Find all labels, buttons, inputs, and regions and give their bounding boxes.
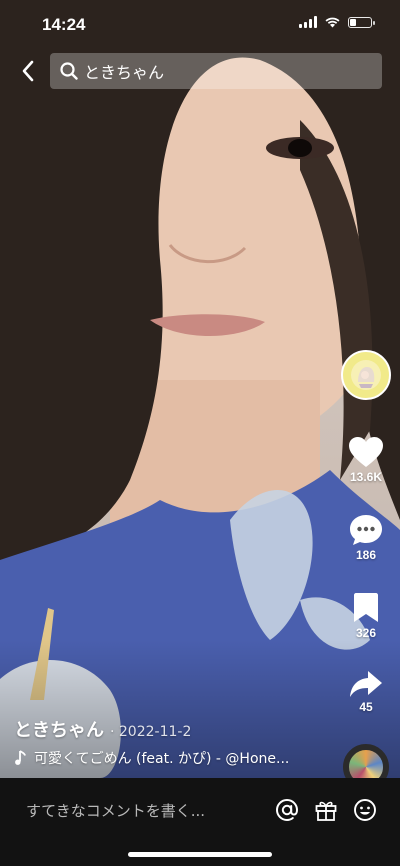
status-bar: 14:24 (0, 0, 400, 50)
search-icon (60, 62, 78, 80)
like-count: 13.6K (349, 470, 383, 484)
post-date: · 2022-11-2 (110, 724, 192, 740)
back-button[interactable] (14, 52, 42, 90)
wifi-icon (325, 17, 340, 28)
mention-button[interactable] (273, 796, 301, 824)
creator-avatar[interactable] (341, 350, 391, 400)
avatar-illustration (351, 360, 381, 390)
comment-button[interactable]: 186 (349, 514, 383, 562)
gift-icon (315, 801, 337, 821)
battery-icon (348, 16, 375, 28)
bookmark-icon (354, 593, 378, 622)
comment-count: 186 (355, 548, 377, 562)
home-indicator[interactable] (128, 852, 272, 857)
comment-icon (350, 515, 382, 545)
search-input[interactable]: ときちゃん (50, 53, 382, 89)
music-title: 可愛くてごめん (feat. かぴ) - @Hone... (34, 751, 290, 767)
share-count: 45 (359, 700, 373, 714)
search-query: ときちゃん (84, 63, 165, 82)
status-icons (299, 16, 375, 28)
author-name[interactable]: ときちゃん (14, 716, 104, 742)
search-header: ときちゃん (14, 52, 386, 90)
action-rail: 13.6K 186 326 45 (338, 350, 394, 790)
bookmark-count: 326 (355, 626, 377, 640)
emoji-icon (354, 799, 376, 821)
back-arrow-icon (22, 60, 34, 82)
comment-input[interactable]: すてきなコメントを書く... (26, 800, 205, 821)
author-line: ときちゃん · 2022-11-2 (14, 716, 334, 742)
share-button[interactable]: 45 (349, 670, 383, 714)
video-caption: ときちゃん · 2022-11-2 可愛くてごめん (feat. かぴ) - @… (14, 716, 334, 768)
at-icon (275, 798, 299, 822)
gift-button[interactable] (312, 796, 340, 824)
emoji-button[interactable] (351, 796, 379, 824)
music-line[interactable]: 可愛くてごめん (feat. かぴ) - @Hone... (14, 748, 334, 768)
status-time: 14:24 (42, 15, 86, 34)
cellular-signal-icon (299, 16, 317, 28)
like-button[interactable]: 13.6K (348, 436, 384, 484)
bookmark-button[interactable]: 326 (353, 592, 379, 640)
share-icon (350, 671, 382, 697)
heart-icon (349, 437, 383, 467)
battery-level (350, 18, 356, 26)
music-note-icon (14, 750, 26, 766)
